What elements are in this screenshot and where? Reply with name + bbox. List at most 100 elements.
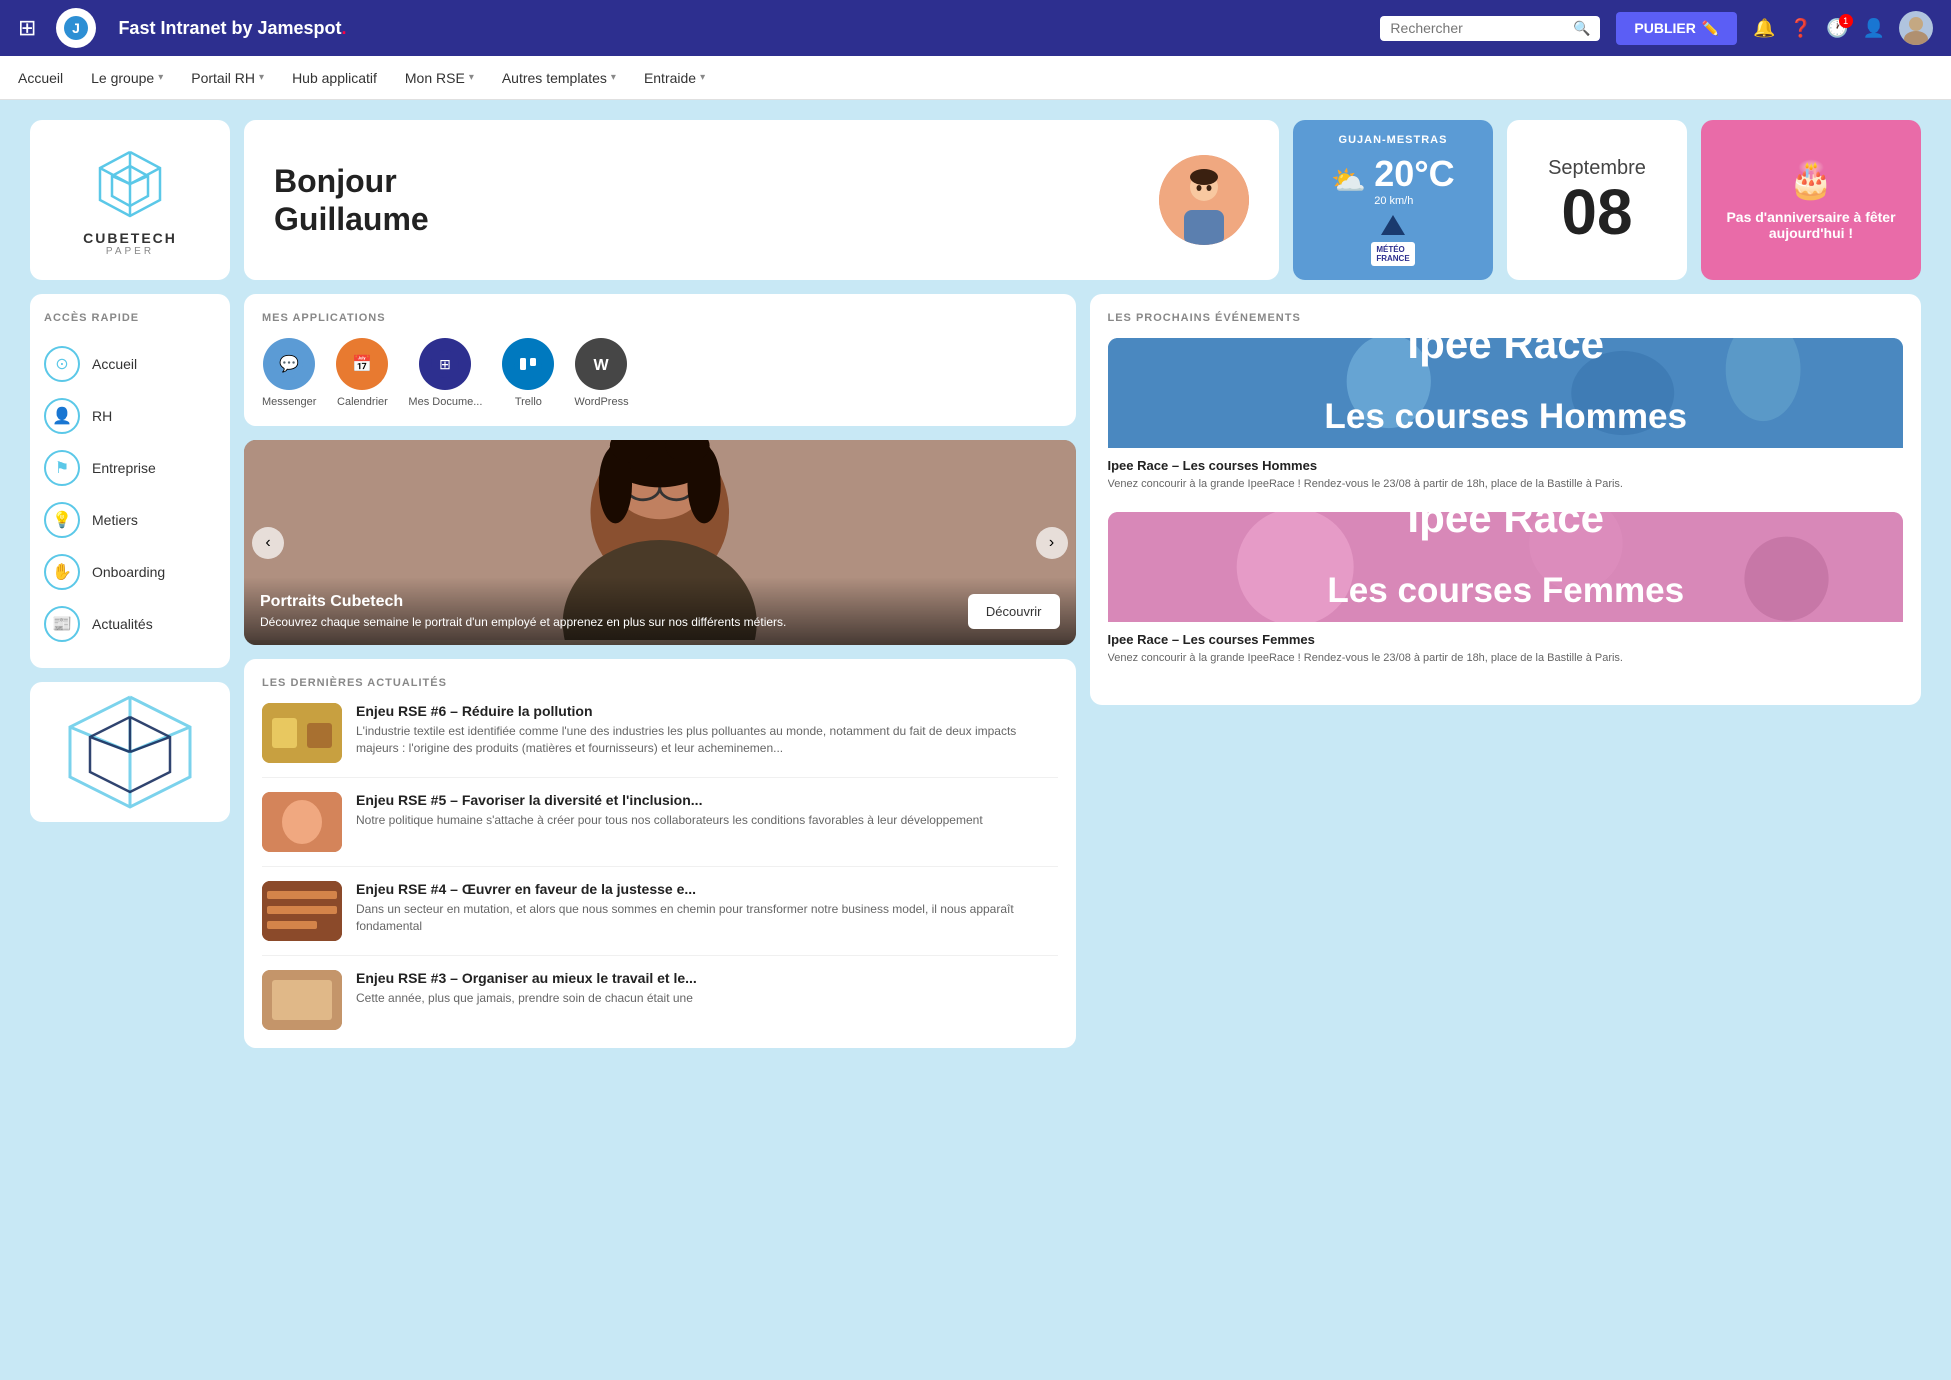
nav-le-groupe[interactable]: Le groupe ▾ [91,70,163,86]
svg-text:J: J [73,20,81,36]
news-item-4[interactable]: Enjeu RSE #3 – Organiser au mieux le tra… [262,970,1058,1030]
quick-icon-actualites: 📰 [44,606,80,642]
news-headline-3: Enjeu RSE #4 – Œuvrer en faveur de la ju… [356,881,1058,897]
svg-text:⊞: ⊞ [440,356,452,372]
news-desc-4: Cette année, plus que jamais, prendre so… [356,990,697,1007]
search-input[interactable] [1390,20,1567,36]
greeting-line1: Bonjour [274,162,429,200]
cake-icon: 🎂 [1789,159,1834,201]
nav-label-le-groupe: Le groupe [91,70,154,86]
company-subtitle: PAPER [106,246,154,257]
birthday-card: 🎂 Pas d'anniversaire à fêter aujourd'hui… [1701,120,1921,280]
chevron-down-icon: ▾ [611,72,616,83]
publish-label: PUBLIER [1634,20,1695,36]
nav-mon-rse[interactable]: Mon RSE ▾ [405,70,474,86]
notification-bell-icon[interactable]: 🔔 [1753,18,1775,39]
weather-card: GUJAN-MESTRAS ⛅ 20°C 20 km/h MÉTÉOFRANCE [1293,120,1493,280]
event-banner-1: Ipee Race Les courses Hommes [1108,338,1904,448]
weather-temperature: 20°C [1374,153,1454,195]
messenger-icon: 💬 [263,338,315,390]
brand-logo-icon: J [63,15,89,41]
help-icon[interactable]: ❓ [1790,18,1812,39]
discover-button[interactable]: Découvrir [968,594,1060,629]
quick-item-onboarding[interactable]: ✋ Onboarding [44,546,216,598]
news-thumb-3 [262,881,342,941]
event-desc-2: Venez concourir à la grande IpeeRace ! R… [1108,651,1904,666]
apps-title: MES APPLICATIONS [262,312,1058,324]
app-item-messenger[interactable]: 💬 Messenger [262,338,316,408]
nav-icons: 🔔 ❓ 🕐 1 👤 [1753,11,1933,45]
chevron-down-icon: ▾ [469,72,474,83]
news-item-2[interactable]: Enjeu RSE #5 – Favoriser la diversité et… [262,792,1058,867]
quick-label-rh: RH [92,408,112,424]
weather-city: GUJAN-MESTRAS [1339,134,1448,146]
event-item-2[interactable]: Ipee Race Les courses Femmes Ipee Race –… [1108,512,1904,672]
quick-item-actualites[interactable]: 📰 Actualités [44,598,216,650]
news-headline-4: Enjeu RSE #3 – Organiser au mieux le tra… [356,970,697,986]
brand-dot: . [342,18,347,38]
nav-entraide[interactable]: Entraide ▾ [644,70,705,86]
quick-label-entreprise: Entreprise [92,460,156,476]
app-label-calendrier: Calendrier [337,396,388,408]
grid-icon[interactable]: ⊞ [18,15,36,41]
quick-icon-entreprise: ⚑ [44,450,80,486]
latest-news-card: LES DERNIÈRES ACTUALITÉS Enjeu RSE #6 – … [244,659,1076,1048]
carousel-description: Découvrez chaque semaine le portrait d'u… [260,615,786,629]
nav-label-accueil: Accueil [18,70,63,86]
news-thumb-4 [262,970,342,1030]
events-column: LES PROCHAINS ÉVÉNEMENTS Ipee Race Les c… [1090,294,1922,1048]
carousel-next-button[interactable]: › [1036,527,1068,559]
app-item-trello[interactable]: Trello [502,338,554,408]
nav-hub-applicatif[interactable]: Hub applicatif [292,70,377,86]
trello-icon [502,338,554,390]
meteo-france-logo: MÉTÉOFRANCE [1371,242,1414,266]
event-item-1[interactable]: Ipee Race Les courses Hommes Ipee Race –… [1108,338,1904,498]
carousel-overlay: Portraits Cubetech Découvrez chaque sema… [244,577,1076,645]
birthday-message: Pas d'anniversaire à fêter aujourd'hui ! [1717,209,1905,241]
date-card: Septembre 08 [1507,120,1687,280]
portrait-carousel-card: ‹ › Portraits Cubetech Découvrez chaque … [244,440,1076,645]
current-day: 08 [1561,180,1632,244]
quick-item-entreprise[interactable]: ⚑ Entreprise [44,442,216,494]
nav-autres-templates[interactable]: Autres templates ▾ [502,70,616,86]
event-banner-2: Ipee Race Les courses Femmes [1108,512,1904,622]
app-item-documents[interactable]: ⊞ Mes Docume... [408,338,482,408]
chevron-down-icon: ▾ [700,72,705,83]
quick-item-metiers[interactable]: 💡 Metiers [44,494,216,546]
user-avatar[interactable] [1899,11,1933,45]
news-item-1[interactable]: Enjeu RSE #6 – Réduire la pollution L'in… [262,703,1058,778]
quick-item-accueil[interactable]: ⊙ Accueil [44,338,216,390]
event-desc-1: Venez concourir à la grande IpeeRace ! R… [1108,477,1904,492]
wind-direction-icon [1381,215,1405,235]
app-item-wordpress[interactable]: W WordPress [574,338,628,408]
carousel-prev-button[interactable]: ‹ [252,527,284,559]
event-info-1: Ipee Race – Les courses Hommes Venez con… [1108,448,1904,498]
news-content-2: Enjeu RSE #5 – Favoriser la diversité et… [356,792,983,852]
news-desc-2: Notre politique humaine s'attache à crée… [356,812,983,829]
app-item-calendrier[interactable]: 📅 Calendrier [336,338,388,408]
news-thumb-1 [262,703,342,763]
app-label-documents: Mes Docume... [408,396,482,408]
event-info-2: Ipee Race – Les courses Femmes Venez con… [1108,622,1904,672]
logo-repeat-card [30,682,230,822]
carousel-text: Portraits Cubetech Découvrez chaque sema… [260,593,786,629]
nav-portail-rh[interactable]: Portail RH ▾ [191,70,264,86]
quick-item-rh[interactable]: 👤 RH [44,390,216,442]
company-name: CUBETECH [83,230,177,246]
news-headline-1: Enjeu RSE #6 – Réduire la pollution [356,703,1058,719]
logo-circle: J [56,8,96,48]
publish-button[interactable]: PUBLIER ✏️ [1616,12,1737,45]
user-icon[interactable]: 👤 [1863,18,1885,39]
apps-grid: 💬 Messenger 📅 Calendrier ⊞ [262,338,1058,408]
news-content-3: Enjeu RSE #4 – Œuvrer en faveur de la ju… [356,881,1058,941]
news-headline-2: Enjeu RSE #5 – Favoriser la diversité et… [356,792,983,808]
carousel-title: Portraits Cubetech [260,593,786,611]
quick-label-accueil: Accueil [92,356,137,372]
quick-label-metiers: Metiers [92,512,138,528]
news-item-3[interactable]: Enjeu RSE #4 – Œuvrer en faveur de la ju… [262,881,1058,956]
event-title-2: Ipee Race – Les courses Femmes [1108,632,1904,647]
svg-text:Ipee Race: Ipee Race [1407,338,1604,367]
nav-accueil[interactable]: Accueil [18,70,63,86]
svg-text:📅: 📅 [352,354,372,373]
edit-icon: ✏️ [1702,20,1719,37]
